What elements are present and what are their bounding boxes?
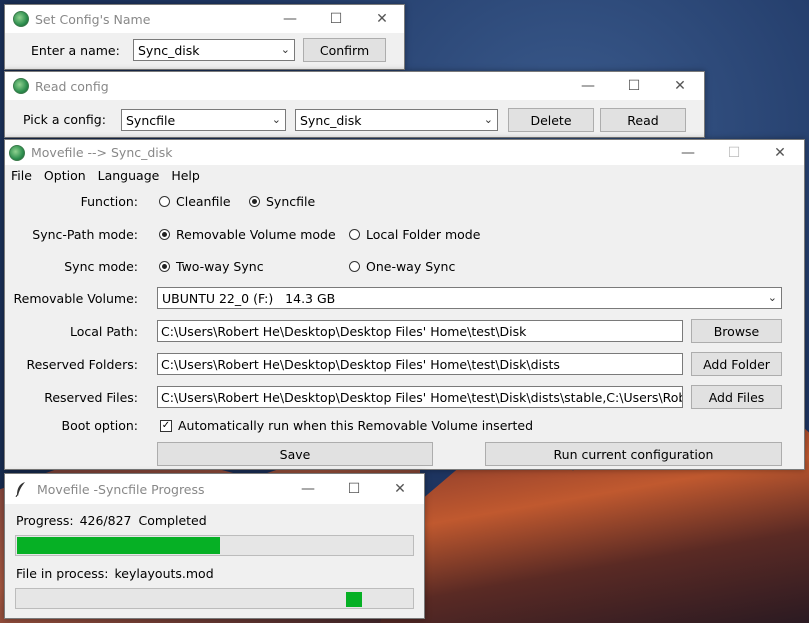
radio-circle — [349, 261, 360, 272]
name-label: Enter a name: — [31, 43, 120, 58]
feather-icon — [15, 482, 25, 497]
minimize-button[interactable]: — — [285, 474, 331, 504]
file-label: File in process: — [16, 566, 109, 581]
app-icon — [13, 11, 29, 27]
window-title: Read config — [35, 78, 109, 94]
chevron-down-icon: ⌄ — [483, 113, 493, 126]
window-title: Movefile --> Sync_disk — [31, 145, 173, 160]
progress-label: Progress: — [16, 513, 74, 528]
boot-option-label: Boot option: — [61, 418, 138, 433]
run-configuration-button[interactable]: Run current configuration — [485, 442, 782, 466]
local-path-field[interactable]: C:\Users\Robert He\Desktop\Desktop Files… — [157, 320, 683, 342]
checkmark-icon: ✓ — [160, 419, 172, 432]
removable-volume-combobox[interactable]: UBUNTU 22_0 (F:) 14.3 GB ⌄ — [157, 287, 782, 309]
config-name-window: Set Config's Name — ☐ ✕ Enter a name: Sy… — [4, 4, 405, 70]
reserved-folders-label: Reserved Folders: — [26, 357, 138, 372]
delete-button[interactable]: Delete — [508, 108, 594, 132]
radio-circle — [159, 196, 170, 207]
radio-label: Cleanfile — [176, 194, 231, 209]
read-config-window: Read config — ☐ ✕ Pick a config: Syncfil… — [4, 71, 705, 138]
reserved-folders-field[interactable]: C:\Users\Robert He\Desktop\Desktop Files… — [157, 353, 683, 375]
removable-volume-value: UBUNTU 22_0 (F:) 14.3 GB — [162, 290, 336, 306]
maximize-button[interactable]: ☐ — [313, 5, 359, 33]
add-folder-button[interactable]: Add Folder — [691, 352, 782, 376]
save-button[interactable]: Save — [157, 442, 433, 466]
config-name-titlebar[interactable]: Set Config's Name — ☐ ✕ — [5, 5, 404, 33]
radio-two-way-sync[interactable]: Two-way Sync — [159, 259, 264, 274]
file-progress-bar — [15, 588, 414, 609]
chevron-down-icon: ⌄ — [271, 113, 281, 126]
progress-window: Movefile -Syncfile Progress — ☐ ✕ Progre… — [4, 473, 425, 619]
minimize-button[interactable]: — — [665, 140, 711, 165]
radio-circle — [159, 229, 170, 240]
reserved-files-label: Reserved Files: — [44, 390, 138, 405]
app-icon — [13, 78, 29, 94]
radio-one-way-sync[interactable]: One-way Sync — [349, 259, 455, 274]
config-type-value: Syncfile — [126, 112, 176, 128]
window-title: Set Config's Name — [35, 11, 151, 27]
overall-progress-fill — [17, 537, 220, 554]
radio-circle — [159, 261, 170, 272]
file-value: keylayouts.mod — [114, 566, 214, 581]
radio-label: Local Folder mode — [366, 227, 481, 242]
overall-progress-bar — [15, 535, 414, 556]
read-button[interactable]: Read — [600, 108, 686, 132]
radio-removable-volume-mode[interactable]: Removable Volume mode — [159, 227, 336, 242]
radio-local-folder-mode[interactable]: Local Folder mode — [349, 227, 480, 242]
minimize-button[interactable]: — — [267, 5, 313, 33]
menu-file[interactable]: File — [5, 168, 38, 183]
file-progress-marquee — [346, 592, 362, 607]
menu-help[interactable]: Help — [165, 168, 206, 183]
chevron-down-icon: ⌄ — [767, 291, 777, 304]
menu-bar: File Option Language Help — [5, 165, 206, 185]
radio-label: Removable Volume mode — [176, 227, 336, 242]
menu-language[interactable]: Language — [92, 168, 166, 183]
function-label: Function: — [80, 194, 138, 209]
config-type-combobox[interactable]: Syncfile ⌄ — [121, 109, 286, 131]
minimize-button[interactable]: — — [565, 72, 611, 100]
menu-option[interactable]: Option — [38, 168, 92, 183]
browse-button[interactable]: Browse — [691, 319, 782, 343]
radio-label: One-way Sync — [366, 259, 456, 274]
chevron-down-icon: ⌄ — [280, 43, 290, 56]
radio-syncfile[interactable]: Syncfile — [249, 194, 315, 209]
window-title: Movefile -Syncfile Progress — [37, 481, 205, 497]
radio-cleanfile[interactable]: Cleanfile — [159, 194, 231, 209]
main-window: Movefile --> Sync_disk — ☐ ✕ File Option… — [4, 139, 805, 470]
file-text: File in process: keylayouts.mod — [16, 566, 214, 581]
config-name-value: Sync_disk — [138, 42, 200, 58]
radio-label: Syncfile — [266, 194, 316, 209]
autorun-checkbox[interactable]: ✓ Automatically run when this Removable … — [160, 418, 533, 433]
read-config-titlebar[interactable]: Read config — ☐ ✕ — [5, 72, 704, 100]
progress-value: 426/827 — [79, 513, 132, 528]
close-button[interactable]: ✕ — [757, 140, 803, 165]
pick-config-label: Pick a config: — [23, 112, 106, 127]
radio-circle — [249, 196, 260, 207]
close-button[interactable]: ✕ — [657, 72, 703, 100]
close-button[interactable]: ✕ — [359, 5, 405, 33]
autorun-checkbox-label: Automatically run when this Removable Vo… — [178, 418, 534, 433]
radio-circle — [349, 229, 360, 240]
config-name-combobox[interactable]: Sync_disk ⌄ — [133, 39, 295, 61]
progress-text: Progress: 426/827 Completed — [16, 513, 207, 528]
maximize-button[interactable]: ☐ — [331, 474, 377, 504]
removable-volume-label: Removable Volume: — [13, 291, 138, 306]
confirm-button[interactable]: Confirm — [303, 38, 386, 62]
close-button[interactable]: ✕ — [377, 474, 423, 504]
config-select-value: Sync_disk — [300, 112, 362, 128]
sync-mode-label: Sync mode: — [64, 259, 138, 274]
radio-label: Two-way Sync — [176, 259, 264, 274]
progress-titlebar[interactable]: Movefile -Syncfile Progress — ☐ ✕ — [5, 474, 424, 504]
config-select-combobox[interactable]: Sync_disk ⌄ — [295, 109, 498, 131]
sync-path-label: Sync-Path mode: — [32, 227, 138, 242]
local-path-label: Local Path: — [69, 324, 138, 339]
progress-status: Completed — [138, 513, 207, 528]
reserved-files-field[interactable]: C:\Users\Robert He\Desktop\Desktop Files… — [157, 386, 683, 408]
app-icon — [9, 144, 25, 161]
add-files-button[interactable]: Add Files — [691, 385, 782, 409]
maximize-button[interactable]: ☐ — [711, 140, 757, 165]
maximize-button[interactable]: ☐ — [611, 72, 657, 100]
main-titlebar[interactable]: Movefile --> Sync_disk — ☐ ✕ — [5, 140, 804, 165]
